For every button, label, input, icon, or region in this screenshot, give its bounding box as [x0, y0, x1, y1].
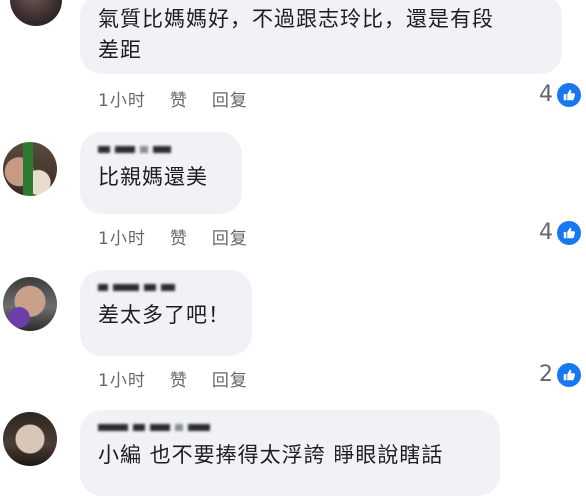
comment-time: 1小时 [98, 229, 146, 249]
commenter-avatar[interactable] [10, 0, 62, 26]
commenter-name-redacted [98, 420, 482, 434]
reaction-count[interactable]: 4 [539, 82, 581, 107]
like-icon [557, 82, 581, 107]
reaction-number: 2 [539, 362, 553, 387]
comment-time: 1小时 [98, 91, 146, 111]
comment-time: 1小时 [98, 371, 146, 391]
comment-text: 氣質比媽媽好，不過跟志玲比，還是有段 差距 [98, 7, 494, 62]
reaction-number: 4 [539, 220, 553, 245]
like-icon [557, 362, 581, 387]
comment-text: 比親媽還美 [98, 165, 208, 189]
commenter-avatar[interactable] [3, 142, 57, 196]
reaction-count[interactable]: 4 [539, 220, 581, 245]
like-button[interactable]: 赞 [170, 366, 188, 391]
like-icon [557, 220, 581, 245]
reaction-number: 4 [539, 82, 553, 107]
comment-bubble: 差太多了吧！ [80, 270, 252, 356]
comment-bubble: 氣質比媽媽好，不過跟志玲比，還是有段 差距 [80, 0, 562, 74]
commenter-avatar[interactable] [3, 277, 57, 331]
comment-actions: 1小时 赞 回复 [98, 86, 248, 111]
comment-bubble: 小編 也不要捧得太浮誇 睜眼說瞎話 [80, 410, 500, 496]
comment-actions: 1小时 赞 回复 [98, 224, 248, 249]
reply-button[interactable]: 回复 [212, 86, 248, 111]
like-button[interactable]: 赞 [170, 86, 188, 111]
commenter-name-redacted [98, 280, 234, 294]
reaction-count[interactable]: 2 [539, 362, 581, 387]
comment-actions: 1小时 赞 回复 [98, 366, 248, 391]
like-button[interactable]: 赞 [170, 224, 188, 249]
reply-button[interactable]: 回复 [212, 366, 248, 391]
commenter-name-redacted [98, 142, 224, 156]
comment-text: 差太多了吧！ [98, 303, 230, 327]
commenter-avatar[interactable] [3, 412, 57, 466]
comment-bubble: 比親媽還美 [80, 132, 242, 214]
reply-button[interactable]: 回复 [212, 224, 248, 249]
comment-text: 小編 也不要捧得太浮誇 睜眼說瞎話 [98, 443, 444, 467]
